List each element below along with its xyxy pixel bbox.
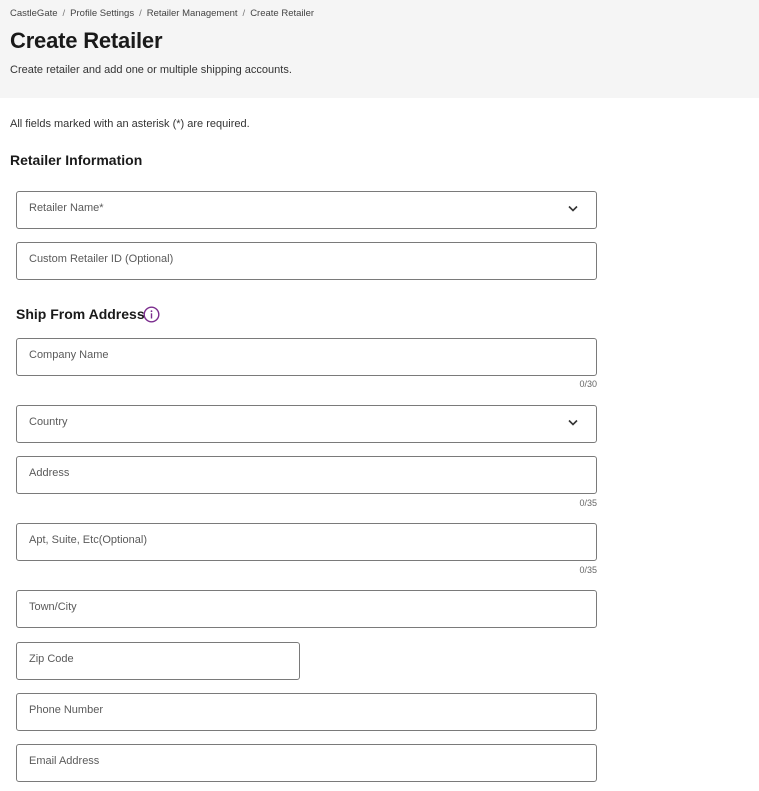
chevron-down-icon xyxy=(568,419,578,426)
custom-retailer-id-label: Custom Retailer ID (Optional) xyxy=(29,253,174,265)
breadcrumb: CastleGate / Profile Settings / Retailer Man… xyxy=(10,8,315,19)
page-title: Create Retailer xyxy=(10,28,163,53)
zip-code-label: Zip Code xyxy=(29,653,74,665)
address-input[interactable]: Address xyxy=(16,456,597,494)
retailer-name-label: Retailer Name* xyxy=(29,202,104,214)
ship-from-address-heading: Ship From Address xyxy=(16,306,145,322)
retailer-information-heading: Retailer Information xyxy=(10,152,143,168)
company-name-counter: 0/30 xyxy=(579,379,597,389)
required-note: All fields marked with an asterisk (*) a… xyxy=(10,118,250,130)
address-counter: 0/35 xyxy=(579,498,597,508)
address-label: Address xyxy=(29,467,70,479)
email-address-label: Email Address xyxy=(29,755,100,767)
breadcrumb-profile-settings[interactable]: Profile Settings xyxy=(70,8,134,19)
retailer-name-select[interactable]: Retailer Name* xyxy=(16,191,597,229)
country-label: Country xyxy=(29,416,68,428)
apt-suite-label: Apt, Suite, Etc(Optional) xyxy=(29,534,147,546)
zip-code-input[interactable]: Zip Code xyxy=(16,642,300,680)
town-city-label: Town/City xyxy=(29,601,77,613)
page-header: CastleGate / Profile Settings / Retailer Man… xyxy=(0,0,759,98)
phone-number-input[interactable]: Phone Number xyxy=(16,693,597,731)
custom-retailer-id-input[interactable]: Custom Retailer ID (Optional) xyxy=(16,242,597,280)
company-name-input[interactable]: Company Name xyxy=(16,338,597,376)
town-city-input[interactable]: Town/City xyxy=(16,590,597,628)
page-subtitle: Create retailer and add one or multiple … xyxy=(10,64,292,76)
chevron-down-icon xyxy=(568,205,578,212)
breadcrumb-retailer-management[interactable]: Retailer Management xyxy=(147,8,238,19)
company-name-label: Company Name xyxy=(29,349,109,361)
email-address-input[interactable]: Email Address xyxy=(16,744,597,782)
country-select[interactable]: Country xyxy=(16,405,597,443)
breadcrumb-current-page: Create Retailer xyxy=(250,8,315,19)
breadcrumb-castlegate[interactable]: CastleGate xyxy=(10,8,58,19)
apt-suite-input[interactable]: Apt, Suite, Etc(Optional) xyxy=(16,523,597,561)
apt-suite-counter: 0/35 xyxy=(579,565,597,575)
info-icon[interactable] xyxy=(143,306,160,323)
phone-number-label: Phone Number xyxy=(29,704,103,716)
